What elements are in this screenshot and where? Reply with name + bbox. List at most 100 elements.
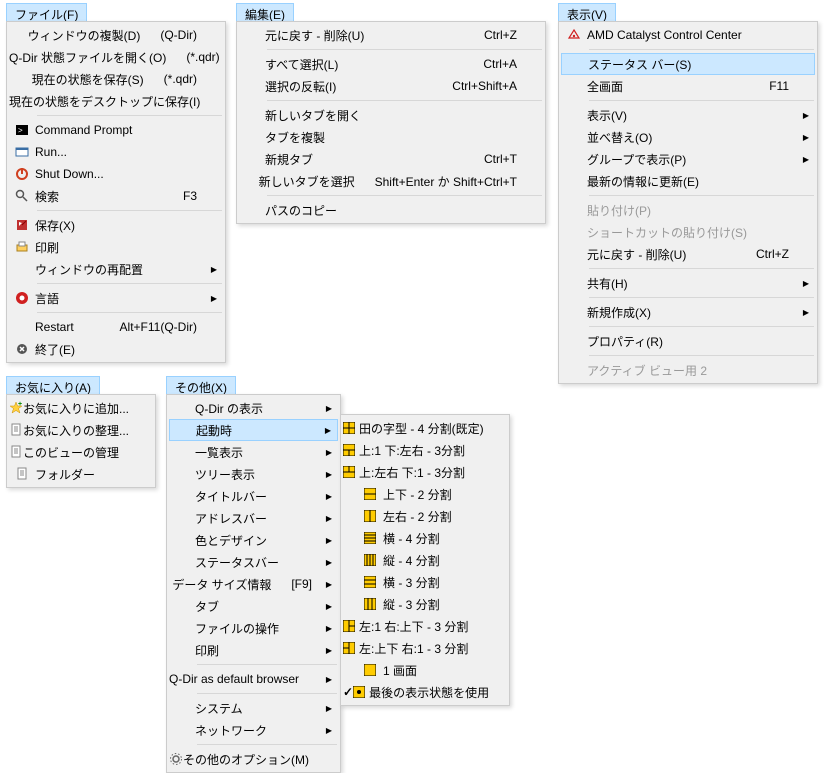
menu-item-label: 横 - 3 分割	[379, 574, 485, 591]
file-item[interactable]: Run...	[9, 141, 223, 163]
menu-item-label: パスのコピー	[265, 202, 521, 219]
file-item[interactable]: ウィンドウの複製(D)(Q-Dir)	[9, 24, 223, 46]
startup-layout-item[interactable]: ✓最後の表示状態を使用	[343, 681, 507, 703]
view-item[interactable]: ステータス バー(S)	[561, 53, 815, 75]
other-item[interactable]: Q-Dir as default browser▶	[169, 668, 338, 690]
other-item[interactable]: データ サイズ情報[F9]▶	[169, 573, 338, 595]
other-item[interactable]: タイトルバー▶	[169, 485, 338, 507]
menu-separator	[589, 49, 814, 50]
view-item[interactable]: 新規作成(X)▶	[561, 301, 815, 323]
menu-item-label: 色とデザイン	[195, 532, 316, 549]
menu-item-label: 上:1 下:左右 - 3分割	[355, 442, 485, 459]
other-item[interactable]: ステータスバー▶	[169, 551, 338, 573]
view-item[interactable]: 並べ替え(O)▶	[561, 126, 815, 148]
startup-layout-item[interactable]: 1 画面	[343, 659, 507, 681]
shutdown-icon	[9, 167, 35, 181]
edit-item[interactable]: 新規タブCtrl+T	[239, 148, 543, 170]
other-item[interactable]: タブ▶	[169, 595, 338, 617]
menu-item-label: ツリー表示	[195, 466, 316, 483]
view-item[interactable]: プロパティ(R)	[561, 330, 815, 352]
edit-item[interactable]: パスのコピー	[239, 199, 543, 221]
view-item[interactable]: 共有(H)▶	[561, 272, 815, 294]
submenu-arrow-icon: ▶	[803, 279, 809, 288]
other-item[interactable]: 色とデザイン▶	[169, 529, 338, 551]
startup-layout-item[interactable]: 縦 - 4 分割	[343, 549, 507, 571]
startup-layout-item[interactable]: 横 - 3 分割	[343, 571, 507, 593]
other-item[interactable]: 印刷▶	[169, 639, 338, 661]
fav-item[interactable]: お気に入りの整理...	[9, 419, 153, 441]
file-item[interactable]: 印刷	[9, 236, 223, 258]
other-item[interactable]: ツリー表示▶	[169, 463, 338, 485]
submenu-arrow-icon: ▶	[326, 675, 332, 684]
menu-item-shortcut: (*.qdr)	[164, 72, 201, 86]
file-item[interactable]: ウィンドウの再配置▶	[9, 258, 223, 280]
startup-layout-item[interactable]: 上:1 下:左右 - 3分割	[343, 439, 507, 461]
startup-layout-item[interactable]: 横 - 4 分割	[343, 527, 507, 549]
submenu-arrow-icon: ▶	[326, 558, 332, 567]
file-item[interactable]: RestartAlt+F11(Q-Dir)	[9, 316, 223, 338]
file-item[interactable]: 現在の状態をデスクトップに保存(I)	[9, 90, 223, 112]
edit-item[interactable]: 新しいタブを選択Shift+Enter か Shift+Ctrl+T	[239, 170, 543, 192]
startup-layout-item[interactable]: 左:上下 右:1 - 3 分割	[343, 637, 507, 659]
view-item[interactable]: AMD Catalyst Control Center	[561, 24, 815, 46]
file-item[interactable]: Shut Down...	[9, 163, 223, 185]
menu-item-label: すべて選択(L)	[265, 56, 483, 73]
startup-layout-item[interactable]: 上:左右 下:1 - 3分割	[343, 461, 507, 483]
menu-item-shortcut: (*.qdr)	[186, 50, 223, 64]
fav-item[interactable]: +お気に入りに追加...	[9, 397, 153, 419]
menu-item-label: 全画面	[587, 78, 769, 95]
fav-item[interactable]: フォルダー	[9, 463, 153, 485]
other-item[interactable]: ネットワーク▶	[169, 719, 338, 741]
menu-item-label: タイトルバー	[195, 488, 316, 505]
edit-item[interactable]: 新しいタブを開く	[239, 104, 543, 126]
edit-item[interactable]: 元に戻す - 削除(U)Ctrl+Z	[239, 24, 543, 46]
view-item[interactable]: 表示(V)▶	[561, 104, 815, 126]
file-item[interactable]: 終了(E)	[9, 338, 223, 360]
view-item[interactable]: グループで表示(P)▶	[561, 148, 815, 170]
other-item[interactable]: 一覧表示▶	[169, 441, 338, 463]
startup-layout-item[interactable]: 縦 - 3 分割	[343, 593, 507, 615]
startup-layout-item[interactable]: 左:1 右:上下 - 3 分割	[343, 615, 507, 637]
menu-item-label: アドレスバー	[195, 510, 316, 527]
fav-item[interactable]: このビューの管理	[9, 441, 153, 463]
file-item[interactable]: 言語▶	[9, 287, 223, 309]
other-item[interactable]: システム▶	[169, 697, 338, 719]
menu-separator	[197, 744, 337, 745]
menu-item-shortcut: Ctrl+Z	[756, 247, 793, 261]
view-item[interactable]: 元に戻す - 削除(U)Ctrl+Z	[561, 243, 815, 265]
edit-item[interactable]: タブを複製	[239, 126, 543, 148]
file-item[interactable]: 現在の状態を保存(S)(*.qdr)	[9, 68, 223, 90]
file-item[interactable]: Q-Dir 状態ファイルを開く(O)(*.qdr)	[9, 46, 223, 68]
file-item[interactable]: 検索F3	[9, 185, 223, 207]
menu-item-label: 1 画面	[379, 662, 485, 679]
menu-item-shortcut: [F9]	[291, 577, 316, 591]
menu-item-label: データ サイズ情報	[172, 576, 291, 593]
submenu-arrow-icon: ▶	[326, 726, 332, 735]
menu-item-label: お気に入りの整理...	[23, 422, 149, 439]
file-menu: ウィンドウの複製(D)(Q-Dir)Q-Dir 状態ファイルを開く(O)(*.q…	[6, 21, 226, 363]
view-item[interactable]: 全画面F11	[561, 75, 815, 97]
menu-item-label: 選択の反転(I)	[265, 78, 452, 95]
submenu-arrow-icon: ▶	[326, 448, 332, 457]
favadd-icon: +	[9, 401, 23, 415]
file-item[interactable]: >Command Prompt	[9, 119, 223, 141]
startup-layout-item[interactable]: 田の字型 - 4 分割(既定)	[343, 417, 507, 439]
other-item[interactable]: 起動時▶	[169, 419, 338, 441]
startup-layout-item[interactable]: 上下 - 2 分割	[343, 483, 507, 505]
g3c-icon	[343, 620, 355, 632]
other-item[interactable]: アドレスバー▶	[169, 507, 338, 529]
submenu-arrow-icon: ▶	[803, 155, 809, 164]
other-item[interactable]: Q-Dir の表示▶	[169, 397, 338, 419]
fav-menu: +お気に入りに追加... お気に入りの整理... このビューの管理フォルダー	[6, 394, 156, 488]
startup-layout-item[interactable]: 左右 - 2 分割	[343, 505, 507, 527]
menu-item-label: 最新の情報に更新(E)	[587, 173, 793, 190]
other-item[interactable]: ファイルの操作▶	[169, 617, 338, 639]
other-item[interactable]: その他のオプション(M)	[169, 748, 338, 770]
menu-item-label: Run...	[35, 145, 201, 159]
file-item[interactable]: 保存(X)	[9, 214, 223, 236]
edit-item[interactable]: 選択の反転(I)Ctrl+Shift+A	[239, 75, 543, 97]
menu-item-label: タブを複製	[265, 129, 521, 146]
edit-item[interactable]: すべて選択(L)Ctrl+A	[239, 53, 543, 75]
view-item[interactable]: 最新の情報に更新(E)	[561, 170, 815, 192]
menu-item-label: 並べ替え(O)	[587, 129, 793, 146]
